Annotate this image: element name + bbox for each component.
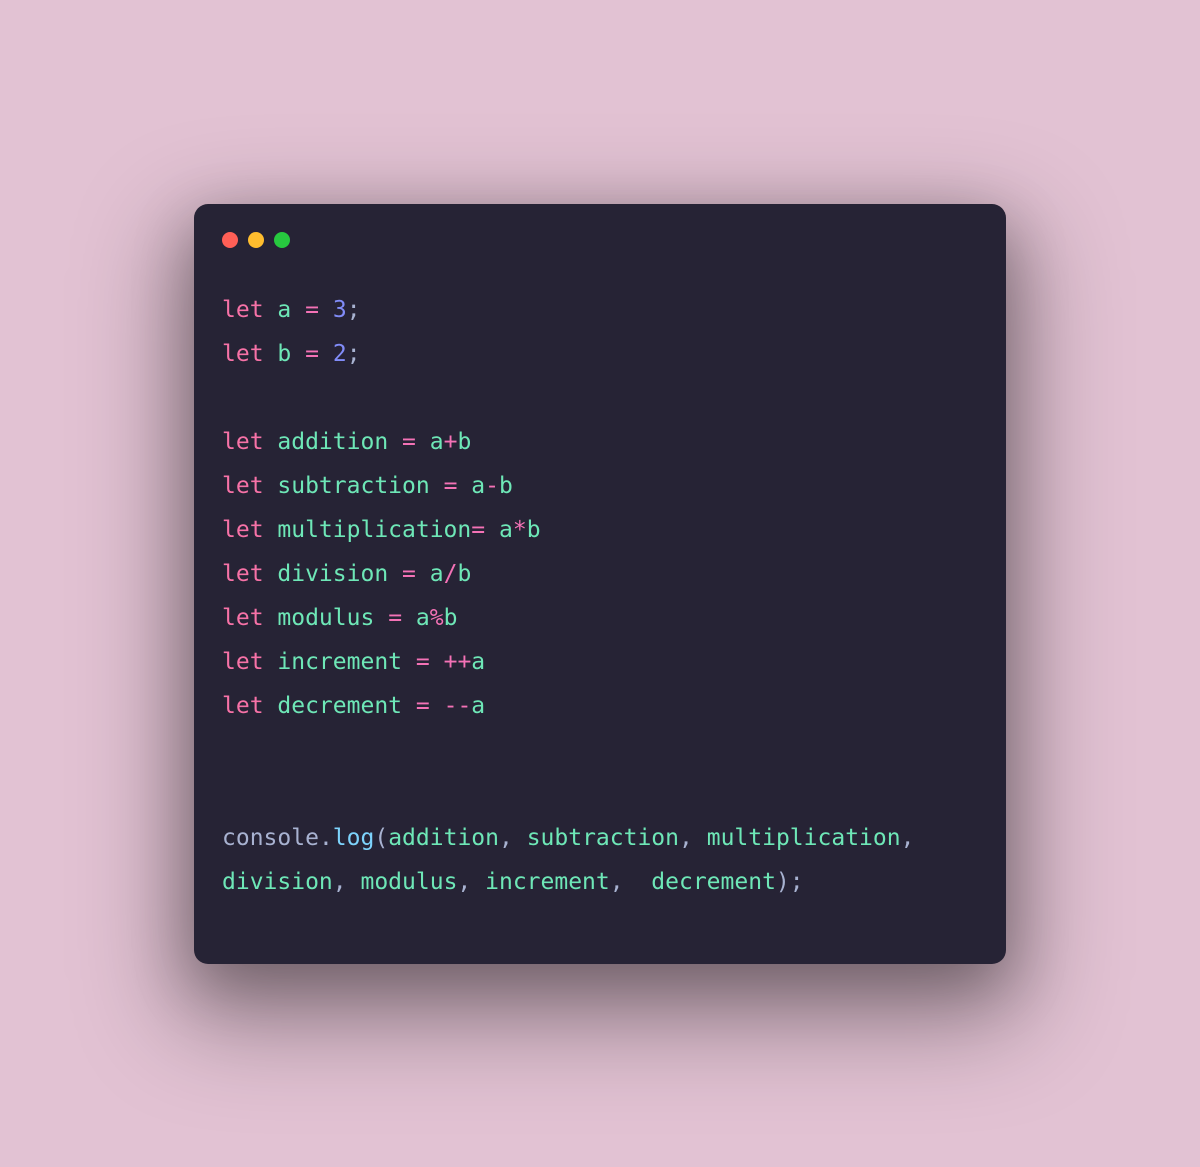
code-token: division — [277, 561, 388, 587]
code-token: let — [222, 517, 277, 543]
code-token — [485, 517, 499, 543]
code-token: % — [430, 605, 444, 631]
code-token: b — [457, 429, 471, 455]
code-token: . — [319, 825, 333, 851]
code-token: let — [222, 473, 277, 499]
code-token: a — [430, 429, 444, 455]
code-token: let — [222, 429, 277, 455]
code-token: multiplication — [277, 517, 471, 543]
code-token — [430, 473, 444, 499]
code-token: , — [679, 825, 707, 851]
code-token: = — [305, 297, 319, 323]
code-token: decrement — [277, 693, 402, 719]
code-token: b — [457, 561, 471, 587]
close-icon[interactable] — [222, 232, 238, 248]
code-token: b — [444, 605, 458, 631]
code-token: modulus — [360, 869, 457, 895]
code-token: a — [471, 473, 485, 499]
code-token: , — [610, 869, 652, 895]
code-token: let — [222, 693, 277, 719]
code-token: - — [485, 473, 499, 499]
code-token: a — [277, 297, 291, 323]
code-token: let — [222, 297, 277, 323]
code-token: a — [416, 605, 430, 631]
code-token: b — [277, 341, 291, 367]
code-token — [430, 693, 444, 719]
code-token — [388, 561, 402, 587]
code-token: console — [222, 825, 319, 851]
code-token: = — [388, 605, 402, 631]
code-token: , — [499, 825, 527, 851]
code-token: log — [333, 825, 375, 851]
code-token: = — [305, 341, 319, 367]
code-token — [402, 649, 416, 675]
window-controls — [222, 232, 978, 248]
code-token: b — [527, 517, 541, 543]
code-token — [388, 429, 402, 455]
code-token: , — [901, 825, 929, 851]
code-token: subtraction — [527, 825, 679, 851]
code-window: let a = 3; let b = 2; let addition = a+b… — [194, 204, 1006, 964]
code-token: = — [402, 429, 416, 455]
code-token: addition — [388, 825, 499, 851]
code-token: 3 — [333, 297, 347, 323]
code-token: -- — [444, 693, 472, 719]
code-token: let — [222, 649, 277, 675]
code-token: increment — [485, 869, 610, 895]
code-token: = — [471, 517, 485, 543]
code-token — [402, 693, 416, 719]
minimize-icon[interactable] — [248, 232, 264, 248]
code-token: multiplication — [707, 825, 901, 851]
code-token: , — [457, 869, 485, 895]
code-token: = — [416, 649, 430, 675]
code-token — [416, 429, 430, 455]
code-token: , — [333, 869, 361, 895]
code-token: let — [222, 341, 277, 367]
code-token — [374, 605, 388, 631]
code-token: modulus — [277, 605, 374, 631]
code-token: = — [416, 693, 430, 719]
code-token: let — [222, 605, 277, 631]
code-token: a — [471, 649, 485, 675]
code-token — [402, 605, 416, 631]
code-token: b — [499, 473, 513, 499]
code-token: * — [513, 517, 527, 543]
code-token: = — [402, 561, 416, 587]
code-token: decrement — [651, 869, 776, 895]
code-token: a — [499, 517, 513, 543]
code-token: addition — [277, 429, 388, 455]
code-token: ; — [347, 341, 361, 367]
code-token: ( — [374, 825, 388, 851]
code-token: ; — [347, 297, 361, 323]
code-token: let — [222, 561, 277, 587]
code-token — [291, 341, 305, 367]
code-token: a — [430, 561, 444, 587]
code-token: subtraction — [277, 473, 429, 499]
code-token — [416, 561, 430, 587]
code-token: increment — [277, 649, 402, 675]
code-token — [319, 297, 333, 323]
code-token: ); — [776, 869, 804, 895]
code-token: ++ — [444, 649, 472, 675]
code-token — [291, 297, 305, 323]
code-token: / — [444, 561, 458, 587]
code-token: division — [222, 869, 333, 895]
code-token — [319, 341, 333, 367]
maximize-icon[interactable] — [274, 232, 290, 248]
code-token — [457, 473, 471, 499]
code-token — [430, 649, 444, 675]
code-token: + — [444, 429, 458, 455]
code-token: a — [471, 693, 485, 719]
code-token: 2 — [333, 341, 347, 367]
code-block: let a = 3; let b = 2; let addition = a+b… — [222, 288, 978, 904]
code-token: = — [444, 473, 458, 499]
